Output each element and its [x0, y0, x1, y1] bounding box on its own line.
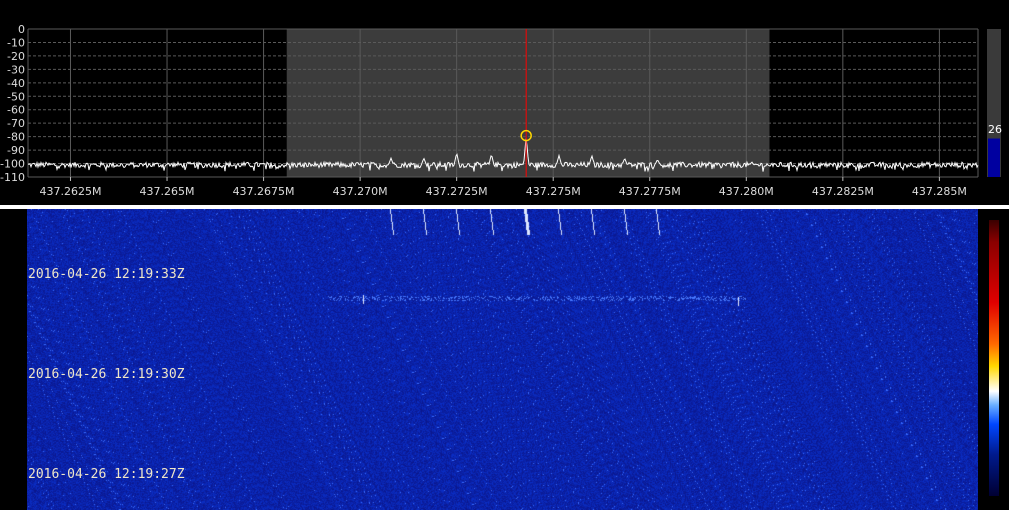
- db-tick-label: -100: [0, 158, 25, 171]
- spectrum-plot[interactable]: 0-10-20-30-40-50-60-70-80-90-100-110 437…: [0, 0, 1009, 205]
- db-tick-label: -50: [7, 90, 25, 103]
- freq-tick-label: 437.285M: [912, 185, 967, 198]
- db-tick-label: -10: [7, 36, 25, 49]
- db-tick-label: 0: [18, 23, 25, 36]
- freq-tick-label: 437.2675M: [233, 185, 295, 198]
- freq-tick-label: 437.2625M: [39, 185, 101, 198]
- db-tick-label: -80: [7, 131, 25, 144]
- freq-tick-label: 437.2775M: [619, 185, 681, 198]
- waterfall-color-scale: [989, 220, 999, 496]
- db-tick-label: -20: [7, 50, 25, 63]
- db-tick-label: -30: [7, 63, 25, 76]
- spectrum-panel[interactable]: 0 -10 -20 -30 -40 -50 -60 -70 -80 -90 -100 -110 437…: [0, 0, 1009, 205]
- freq-tick-label: 437.270M: [333, 185, 388, 198]
- freq-tick-label: 437.265M: [140, 185, 195, 198]
- sdr-window: 0 -10 -20 -30 -40 -50 -60 -70 -80 -90 -100 -110 437…: [0, 0, 1009, 510]
- db-tick-label: -40: [7, 77, 25, 90]
- waterfall-timestamp: 2016-04-26 12:19:30Z: [28, 367, 185, 382]
- waterfall-display[interactable]: [27, 209, 978, 510]
- waterfall-timestamp: 2016-04-26 12:19:33Z: [28, 267, 185, 282]
- waterfall-timestamp: 2016-04-26 12:19:27Z: [28, 467, 185, 482]
- waterfall-panel[interactable]: 2016-04-26 12:19:33Z 2016-04-26 12:19:30…: [0, 209, 1009, 510]
- freq-tick-label: 437.2825M: [812, 185, 874, 198]
- db-tick-label: -60: [7, 104, 25, 117]
- level-value: 26: [988, 123, 1002, 136]
- freq-tick-label: 437.280M: [719, 185, 774, 198]
- freq-tick-label: 437.2725M: [426, 185, 488, 198]
- db-tick-label: -110: [0, 171, 25, 184]
- level-meter-fill: [988, 138, 1000, 177]
- db-tick-label: -70: [7, 117, 25, 130]
- db-tick-label: -90: [7, 144, 25, 157]
- freq-tick-label: 437.275M: [526, 185, 581, 198]
